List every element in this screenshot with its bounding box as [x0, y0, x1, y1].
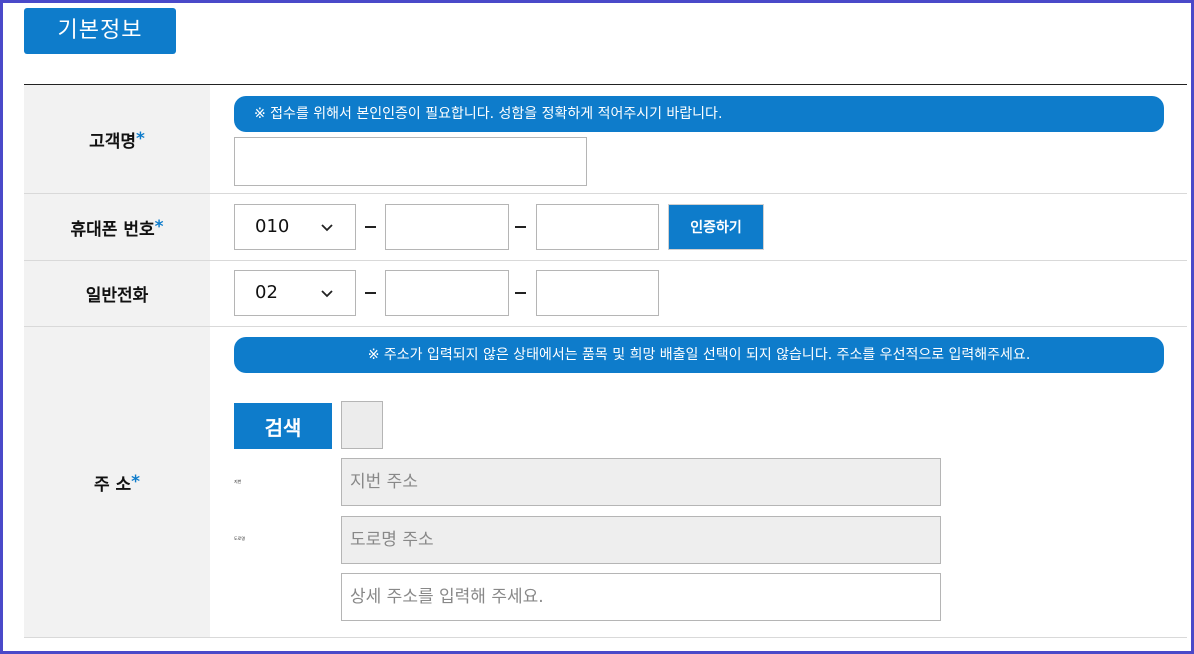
section-title: 기본정보 — [57, 18, 143, 43]
mobile-separator-1 — [365, 226, 376, 228]
verify-button[interactable]: 인증하기 — [668, 204, 764, 250]
phone-prefix-value: 02 — [255, 282, 278, 303]
phone-prefix-select[interactable]: 02 — [234, 270, 356, 316]
row-phone: 일반전화 02 — [24, 261, 1187, 327]
name-notice-banner: ※ 접수를 위해서 본인인증이 필요합니다. 성함을 정확하게 적어주시기 바랍… — [234, 96, 1164, 132]
jibun-tag: 지번 — [234, 479, 242, 484]
mobile-prefix-select[interactable]: 010 — [234, 204, 356, 250]
mobile-middle-input[interactable] — [385, 204, 509, 250]
mobile-label-text: 휴대폰 번호 — [70, 219, 155, 240]
road-tag: 도로명 — [234, 536, 246, 541]
phone-label: 일반전화 — [24, 261, 210, 326]
mobile-separator-2 — [515, 226, 526, 228]
required-mark: * — [154, 217, 164, 237]
detail-address-input[interactable] — [341, 573, 941, 621]
name-notice-text: ※ 접수를 위해서 본인인증이 필요합니다. 성함을 정확하게 적어주시기 바랍… — [254, 106, 723, 122]
customer-name-label: 고객명 * — [24, 85, 210, 193]
row-mobile: 휴대폰 번호 * 010 인증하기 — [24, 194, 1187, 261]
mobile-last-input[interactable] — [536, 204, 659, 250]
phone-separator-2 — [515, 292, 526, 294]
chevron-down-icon — [321, 290, 333, 298]
phone-middle-input[interactable] — [385, 270, 509, 316]
mobile-prefix-value: 010 — [255, 216, 290, 237]
zipcode-field[interactable] — [341, 401, 383, 449]
row-address: 주 소 * ※ 주소가 입력되지 않은 상태에서는 품목 및 희망 배출일 선택이… — [24, 327, 1187, 638]
customer-name-input[interactable] — [234, 137, 587, 186]
required-mark: * — [136, 129, 145, 149]
customer-name-label-text: 고객명 — [89, 131, 137, 152]
address-label: 주 소 * — [24, 327, 210, 637]
road-address-field[interactable] — [341, 516, 941, 564]
address-notice-text: ※ 주소가 입력되지 않은 상태에서는 품목 및 희망 배출일 선택이 되지 않… — [367, 347, 1031, 363]
address-search-button[interactable]: 검색 — [234, 403, 332, 449]
section-title-tab: 기본정보 — [24, 8, 176, 54]
phone-label-text: 일반전화 — [85, 286, 149, 306]
required-mark: * — [131, 472, 141, 492]
verify-button-label: 인증하기 — [690, 220, 742, 236]
row-customer-name: 고객명 * ※ 접수를 위해서 본인인증이 필요합니다. 성함을 정확하게 적어주… — [24, 85, 1187, 194]
address-notice-banner: ※ 주소가 입력되지 않은 상태에서는 품목 및 희망 배출일 선택이 되지 않… — [234, 337, 1164, 373]
chevron-down-icon — [321, 224, 333, 232]
jibun-address-field[interactable] — [341, 458, 941, 506]
address-search-label: 검색 — [264, 415, 302, 440]
phone-separator-1 — [365, 292, 376, 294]
address-label-text: 주 소 — [93, 474, 132, 495]
mobile-label: 휴대폰 번호 * — [24, 194, 210, 260]
phone-last-input[interactable] — [536, 270, 659, 316]
